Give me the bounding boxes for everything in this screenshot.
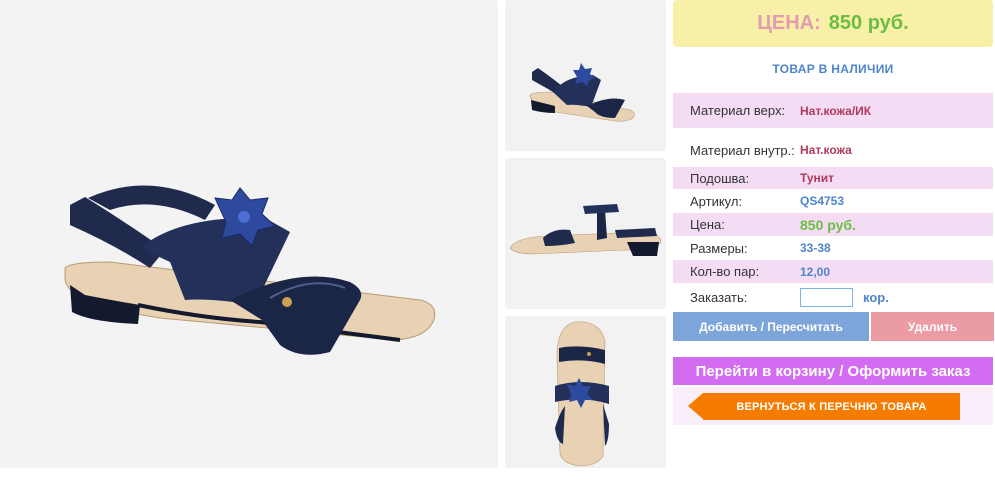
stock-status: ТОВАР В НАЛИЧИИ [772, 62, 894, 76]
price-header-label: ЦЕНА: [757, 12, 821, 34]
spec-key: Артикул: [690, 193, 743, 209]
order-quantity-input[interactable] [800, 287, 853, 307]
spec-row-price: Цена: 850 руб. [673, 213, 993, 236]
spec-value: Нат.кожа [800, 143, 852, 157]
spec-value: 33-38 [800, 241, 831, 255]
spec-row-article: Артикул: QS4753 [673, 190, 993, 212]
back-to-list-button[interactable]: ВЕРНУТЬСЯ К ПЕРЕЧНЮ ТОВАРА [703, 393, 960, 420]
sandal-main-image [64, 185, 436, 355]
price-header-value: 850 руб. [828, 12, 909, 34]
thumbnail-3[interactable] [505, 316, 666, 468]
spec-key: Материал внутр.: [690, 142, 795, 158]
spec-value: Нат.кожа/ИК [800, 103, 872, 118]
spec-key: Материал верх: [690, 103, 786, 118]
order-unit: кор. [863, 289, 889, 305]
sandal-side-thumbnail [529, 63, 635, 122]
spec-row-upper-material: Материал верх: Нат.кожа/ИК [673, 93, 993, 128]
spec-value: QS4753 [800, 194, 845, 208]
spec-key: Кол-во пар: [690, 264, 760, 279]
spec-key: Цена: [690, 217, 725, 232]
sandal-top-thumbnail [555, 321, 609, 467]
thumbnail-2[interactable] [505, 158, 666, 309]
spec-key: Размеры: [690, 240, 748, 256]
spec-key: Подошва: [690, 170, 750, 186]
spec-row-inner-material: Материал внутр.: Нат.кожа [673, 136, 993, 164]
order-label: Заказать: [690, 289, 748, 305]
thumbnail-1[interactable] [505, 0, 666, 151]
spec-value: Тунит [800, 171, 835, 185]
price-header: ЦЕНА: 850 руб. [673, 0, 993, 47]
delete-button[interactable]: Удалить [871, 312, 994, 341]
spec-value: 12,00 [800, 264, 831, 279]
back-arrow-icon[interactable] [688, 393, 703, 419]
go-to-cart-button[interactable]: Перейти в корзину / Оформить заказ [673, 357, 993, 385]
spec-row-pairs: Кол-во пар: 12,00 [673, 260, 993, 283]
add-recalculate-button[interactable]: Добавить / Пересчитать [673, 312, 869, 341]
spec-value: 850 руб. [800, 216, 856, 233]
main-product-photo[interactable] [0, 0, 498, 468]
sandal-inner-side-thumbnail [509, 204, 662, 256]
spec-row-sizes: Размеры: 33-38 [673, 237, 993, 259]
spec-row-sole: Подошва: Тунит [673, 167, 993, 189]
order-row: Заказать: кор. [673, 285, 993, 309]
